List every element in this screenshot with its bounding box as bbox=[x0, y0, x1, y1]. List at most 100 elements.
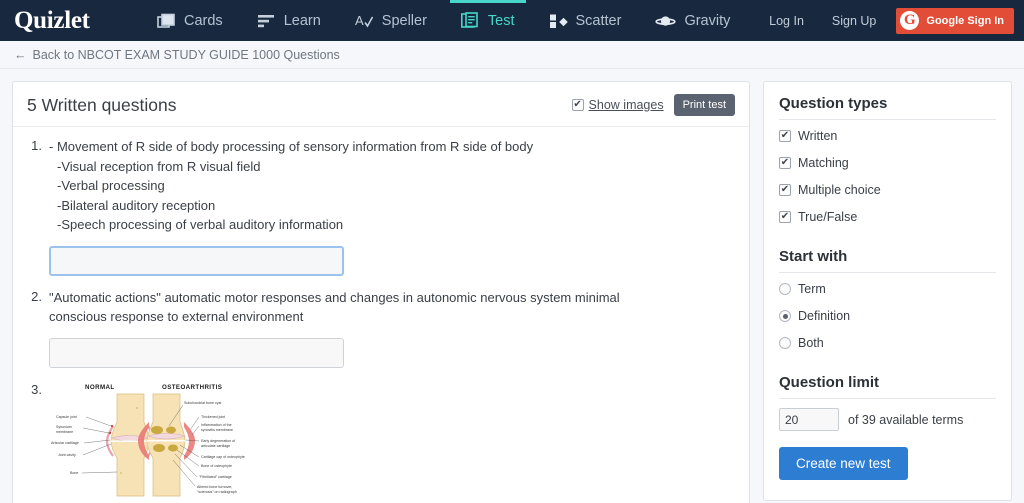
svg-text:Bone of osteophyte: Bone of osteophyte bbox=[201, 464, 232, 468]
nav-item-speller[interactable]: A Speller bbox=[338, 0, 444, 41]
sign-up-link[interactable]: Sign Up bbox=[818, 0, 890, 41]
google-sign-in-button[interactable]: G Google Sign In bbox=[896, 7, 1014, 34]
question-item: 3. NORMAL OSTEOARTHRITIS Capsule joint S… bbox=[27, 376, 735, 503]
question-type-true-false[interactable]: ✔ True/False bbox=[779, 210, 996, 224]
nav-item-label: Scatter bbox=[575, 12, 622, 29]
question-type-written[interactable]: ✔ Written bbox=[779, 129, 996, 143]
question-line: -Verbal processing bbox=[57, 178, 165, 193]
test-card: 5 Written questions ✔ Show images Print … bbox=[12, 81, 750, 503]
page-body: 5 Written questions ✔ Show images Print … bbox=[0, 69, 1024, 503]
start-with-title: Start with bbox=[779, 248, 848, 265]
option-label: Both bbox=[798, 336, 824, 350]
breadcrumb-label: Back to NBCOT EXAM STUDY GUIDE 1000 Ques… bbox=[32, 47, 340, 62]
option-label: Matching bbox=[798, 156, 849, 170]
print-test-button[interactable]: Print test bbox=[673, 94, 735, 116]
svg-text:Inflammation of the: Inflammation of the bbox=[201, 423, 232, 427]
option-label: Definition bbox=[798, 309, 851, 323]
answer-input[interactable] bbox=[49, 245, 344, 276]
svg-text:Articular cartilage: Articular cartilage bbox=[51, 441, 79, 445]
question-line: -Speech processing of verbal auditory in… bbox=[57, 217, 344, 232]
option-label: Written bbox=[798, 129, 838, 143]
test-icon bbox=[460, 12, 480, 29]
nav-item-scatter[interactable]: Scatter bbox=[532, 0, 639, 41]
test-card-header: 5 Written questions ✔ Show images Print … bbox=[13, 82, 749, 127]
test-options-sidebar: Question types ✔ Written ✔ Matching ✔ Mu… bbox=[763, 81, 1012, 501]
answer-input[interactable] bbox=[49, 337, 344, 368]
nav-item-test[interactable]: Test bbox=[444, 0, 532, 41]
question-line: "Automatic actions" automatic motor resp… bbox=[49, 289, 620, 305]
show-images-label: Show images bbox=[588, 98, 664, 112]
question-limit-title: Question limit bbox=[779, 374, 880, 391]
radio-icon[interactable] bbox=[779, 337, 791, 349]
divider bbox=[779, 119, 996, 120]
start-with-term[interactable]: Term bbox=[779, 282, 996, 296]
page-title: 5 Written questions bbox=[27, 94, 177, 115]
nav-item-label: Gravity bbox=[684, 12, 731, 29]
nav-item-label: Learn bbox=[283, 12, 321, 29]
question-line: - Movement of R side of body processing … bbox=[49, 139, 534, 154]
question-types-title: Question types bbox=[779, 95, 888, 112]
svg-text:Joint cavity: Joint cavity bbox=[58, 453, 76, 457]
log-in-link[interactable]: Log In bbox=[755, 0, 818, 41]
question-line: -Bilateral auditory reception bbox=[57, 197, 216, 213]
nav-item-gravity[interactable]: Gravity bbox=[638, 0, 747, 41]
radio-icon[interactable] bbox=[779, 310, 791, 322]
svg-text:"sclerosis" on radiograph: "sclerosis" on radiograph bbox=[197, 490, 237, 494]
joint-diagram-image: NORMAL OSTEOARTHRITIS Capsule joint Syno… bbox=[49, 377, 271, 500]
cards-icon bbox=[157, 13, 176, 29]
create-new-test-button[interactable]: Create new test bbox=[779, 447, 908, 480]
svg-text:Altered bone turnover,: Altered bone turnover, bbox=[197, 485, 232, 489]
nav-item-learn[interactable]: Learn bbox=[240, 0, 338, 41]
learn-icon bbox=[257, 13, 276, 29]
speller-icon: A bbox=[355, 13, 374, 29]
svg-text:NORMAL: NORMAL bbox=[85, 384, 115, 391]
svg-text:synovitis membrane: synovitis membrane bbox=[201, 428, 233, 432]
question-item: 2. "Automatic actions" automatic motor r… bbox=[27, 288, 735, 368]
start-with-definition[interactable]: Definition bbox=[779, 309, 996, 323]
top-navbar: Quizlet Cards Learn A Speller Test Scatt… bbox=[0, 0, 1024, 41]
svg-text:Early degeneration of: Early degeneration of bbox=[201, 439, 235, 443]
question-body: - Movement of R side of body processing … bbox=[49, 137, 735, 276]
checkbox-icon[interactable]: ✔ bbox=[779, 157, 791, 169]
start-with-both[interactable]: Both bbox=[779, 336, 996, 350]
radio-icon[interactable] bbox=[779, 283, 791, 295]
question-line: -Visual reception from R visual field bbox=[57, 158, 261, 174]
svg-text:Thickened joint: Thickened joint bbox=[201, 415, 225, 419]
nav-item-cards[interactable]: Cards bbox=[140, 0, 240, 41]
question-line: conscious response to external environme… bbox=[49, 309, 304, 324]
nav-item-label: Cards bbox=[184, 12, 223, 29]
checkbox-icon[interactable]: ✔ bbox=[779, 130, 791, 142]
svg-text:Subchondrial bone cyst: Subchondrial bone cyst bbox=[184, 401, 221, 405]
scatter-icon bbox=[549, 13, 568, 29]
question-limit-input[interactable] bbox=[779, 408, 839, 431]
show-images-toggle[interactable]: ✔ Show images bbox=[571, 98, 664, 112]
questions-list: 1. - Movement of R side of body processi… bbox=[13, 127, 749, 503]
checkbox-icon[interactable]: ✔ bbox=[779, 211, 791, 223]
option-label: Multiple choice bbox=[798, 183, 881, 197]
breadcrumb-back-link[interactable]: ← Back to NBCOT EXAM STUDY GUIDE 1000 Qu… bbox=[0, 41, 1024, 69]
show-images-checkbox[interactable]: ✔ bbox=[571, 99, 584, 111]
question-number: 1. bbox=[31, 138, 42, 153]
google-sign-in-label: Google Sign In bbox=[926, 14, 1004, 27]
svg-text:"Fibrillated" cartilage: "Fibrillated" cartilage bbox=[199, 475, 232, 479]
question-type-multiple-choice[interactable]: ✔ Multiple choice bbox=[779, 183, 996, 197]
quizlet-logo[interactable]: Quizlet bbox=[0, 0, 140, 41]
question-limit-row: of 39 available terms bbox=[779, 408, 996, 431]
question-type-matching[interactable]: ✔ Matching bbox=[779, 156, 996, 170]
question-item: 1. - Movement of R side of body processi… bbox=[27, 137, 735, 276]
svg-text:Synovium: Synovium bbox=[56, 425, 72, 429]
svg-text:membrane: membrane bbox=[56, 430, 73, 434]
gravity-icon bbox=[655, 13, 677, 29]
checkbox-icon[interactable]: ✔ bbox=[779, 184, 791, 196]
back-arrow-icon: ← bbox=[14, 47, 27, 62]
question-number: 3. bbox=[31, 381, 42, 397]
svg-text:OSTEOARTHRITIS: OSTEOARTHRITIS bbox=[162, 384, 222, 391]
svg-text:Bone: Bone bbox=[70, 471, 78, 475]
radio-dot bbox=[782, 313, 788, 319]
svg-text:Cartilage cap of osteophyte: Cartilage cap of osteophyte bbox=[201, 455, 245, 459]
svg-text:articulate cartilage: articulate cartilage bbox=[201, 444, 230, 448]
divider bbox=[779, 398, 996, 399]
option-label: True/False bbox=[798, 210, 858, 224]
